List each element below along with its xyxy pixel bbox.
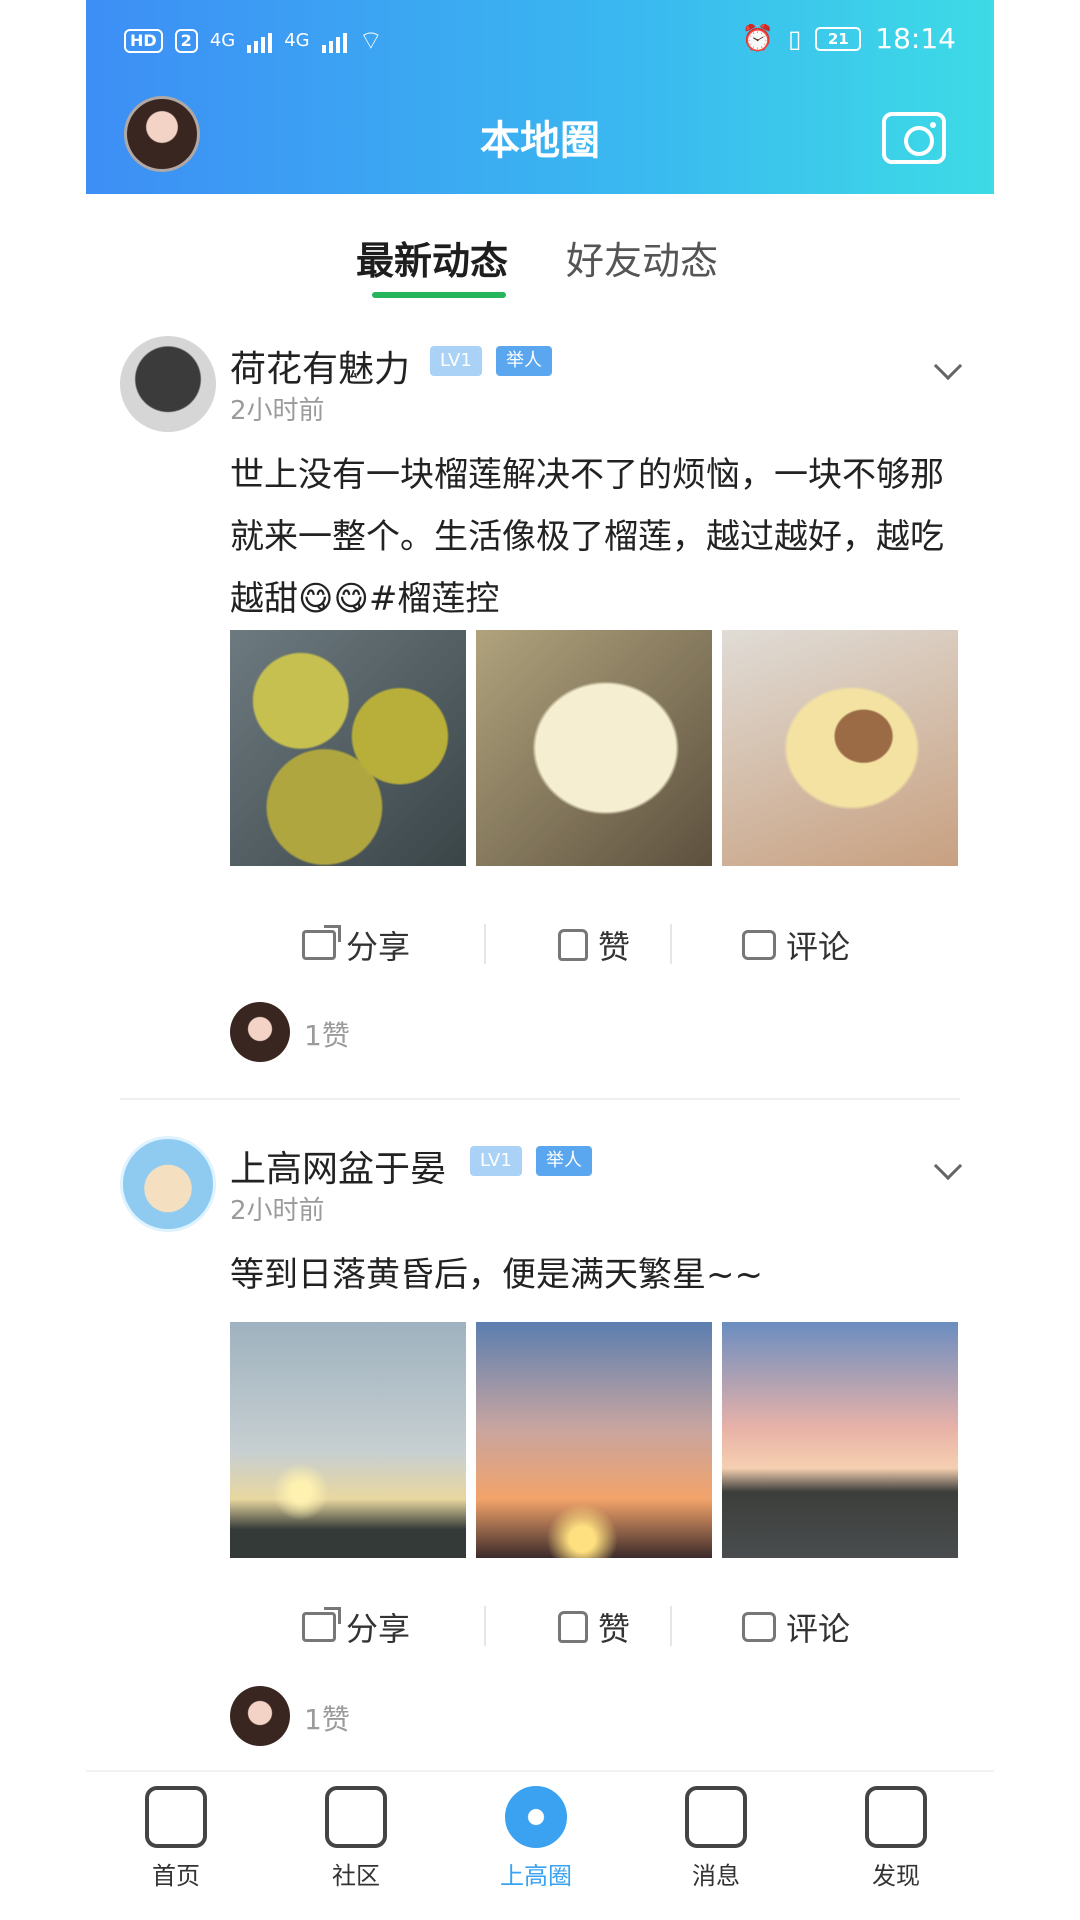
message-icon: [685, 1786, 747, 1848]
rocket-icon: [865, 1786, 927, 1848]
feed-tabs: 最新动态 好友动态: [86, 220, 994, 300]
post-image[interactable]: [230, 1322, 466, 1558]
post-time: 2小时前: [230, 1196, 325, 1226]
post-time: 2小时前: [230, 396, 325, 426]
action-separator: [670, 1606, 672, 1646]
post-text: 世上没有一块榴莲解决不了的烦恼，一块不够那就来一整个。生活像极了榴莲，越过越好，…: [230, 455, 944, 619]
page-title: 本地圈: [480, 118, 600, 164]
home-icon: [145, 1786, 207, 1848]
nav-messages[interactable]: 消息: [626, 1786, 806, 1891]
author-avatar[interactable]: [120, 1136, 216, 1232]
post-image[interactable]: [476, 630, 712, 866]
post-images: [230, 1322, 958, 1558]
chevron-down-icon[interactable]: [933, 351, 963, 381]
action-separator: [484, 924, 486, 964]
comment-label: 评论: [786, 928, 851, 966]
nav-label: 发现: [872, 1862, 920, 1890]
nav-label: 上高圈: [500, 1862, 572, 1890]
camera-icon[interactable]: [882, 112, 946, 164]
nav-label: 社区: [332, 1862, 380, 1890]
action-separator: [670, 924, 672, 964]
share-icon: [302, 925, 341, 960]
status-time: 18:14: [875, 22, 956, 55]
vibrate-icon: ▯: [788, 24, 802, 53]
post-actions: 分享 赞 评论: [86, 1596, 994, 1656]
wifi-icon: ⌔: [358, 26, 384, 56]
comment-icon: [742, 930, 776, 960]
role-badge: 举人: [536, 1146, 592, 1176]
post-card: 上高网盆于晏 LV1 举人 2小时前 等到日落黄昏后，便是满天繁星~~ 分享 赞: [86, 1130, 994, 1770]
tab-friends[interactable]: 好友动态: [566, 230, 718, 285]
like-label: 赞: [598, 928, 631, 966]
status-right: ⏰ ▯ 21 18:14: [742, 22, 956, 55]
role-badge: 举人: [496, 346, 552, 376]
liker-avatar[interactable]: [230, 1686, 290, 1746]
status-bar: HD 2 4G 4G ⌔ ⏰ ▯ 21 18:14: [86, 0, 994, 80]
author-avatar[interactable]: [120, 336, 216, 432]
post-image[interactable]: [722, 630, 958, 866]
level-badge: LV1: [470, 1146, 522, 1176]
hd-badge: HD: [124, 28, 163, 53]
author-name[interactable]: 上高网盆于晏: [230, 1140, 446, 1192]
post-divider: [120, 1098, 960, 1100]
tab-latest[interactable]: 最新动态: [356, 230, 508, 285]
comment-button[interactable]: 评论: [742, 1604, 850, 1650]
post-image[interactable]: [476, 1322, 712, 1558]
comment-icon: [742, 1612, 776, 1642]
likes-count: 1赞: [304, 1019, 350, 1052]
nav-circle[interactable]: 上高圈: [446, 1786, 626, 1891]
post-card: 荷花有魅力 LV1 举人 2小时前 世上没有一块榴莲解决不了的烦恼，一块不够那就…: [86, 330, 994, 1090]
share-label: 分享: [346, 928, 411, 966]
sim-badge: 2: [174, 28, 198, 53]
like-label: 赞: [598, 1610, 631, 1648]
header-bar: HD 2 4G 4G ⌔ ⏰ ▯ 21 18:14 本地圈: [86, 0, 994, 194]
like-button[interactable]: 赞: [558, 922, 630, 968]
comment-button[interactable]: 评论: [742, 922, 850, 968]
comment-label: 评论: [786, 1610, 851, 1648]
circle-icon: [505, 1786, 567, 1848]
nav-label: 首页: [152, 1862, 200, 1890]
nav-label: 消息: [692, 1862, 740, 1890]
likes-count: 1赞: [304, 1703, 350, 1736]
liker-avatar[interactable]: [230, 1002, 290, 1062]
post-images: [230, 630, 958, 866]
nav-home[interactable]: 首页: [86, 1786, 266, 1891]
author-name[interactable]: 荷花有魅力: [230, 340, 410, 392]
bottom-nav: 首页 社区 上高圈 消息 发现: [86, 1770, 994, 1920]
tab-indicator: [372, 292, 506, 298]
like-button[interactable]: 赞: [558, 1604, 630, 1650]
post-text: 等到日落黄昏后，便是满天繁星~~: [230, 1255, 763, 1295]
status-left: HD 2 4G 4G ⌔: [124, 24, 383, 57]
share-label: 分享: [346, 1610, 411, 1648]
level-badge: LV1: [430, 346, 482, 376]
share-button[interactable]: 分享: [302, 922, 410, 968]
likes-row: 1赞: [86, 1686, 994, 1750]
signal-icon-2: [321, 29, 347, 53]
share-button[interactable]: 分享: [302, 1604, 410, 1650]
community-icon: [325, 1786, 387, 1848]
post-actions: 分享 赞 评论: [86, 914, 994, 974]
signal-icon: [247, 29, 273, 53]
alarm-icon: ⏰: [741, 23, 775, 54]
likes-row: 1赞: [86, 1002, 994, 1066]
battery-icon: 21: [815, 26, 862, 51]
chevron-down-icon[interactable]: [933, 1151, 963, 1181]
thumbs-up-icon: [558, 929, 588, 961]
screen: HD 2 4G 4G ⌔ ⏰ ▯ 21 18:14 本地圈 最新动态 好友动态: [86, 0, 994, 1920]
post-image[interactable]: [230, 630, 466, 866]
network-right-label: 4G: [284, 30, 310, 51]
action-separator: [484, 1606, 486, 1646]
nav-community[interactable]: 社区: [266, 1786, 446, 1891]
nav-discover[interactable]: 发现: [806, 1786, 986, 1891]
share-icon: [302, 1607, 341, 1642]
network-left-label: 4G: [209, 30, 236, 51]
post-image[interactable]: [722, 1322, 958, 1558]
thumbs-up-icon: [558, 1611, 588, 1643]
